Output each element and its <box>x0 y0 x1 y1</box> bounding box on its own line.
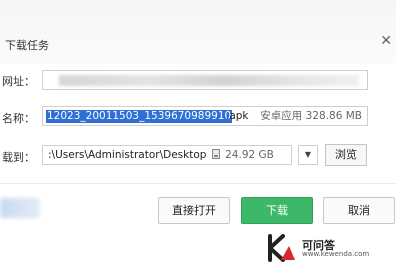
filename-input[interactable]: 12023_20011503_1539670989910 .apk 安卓应用 3… <box>42 106 368 126</box>
file-info: 安卓应用 328.86 MB <box>260 110 362 123</box>
watermark-url: www.kewenda.com <box>302 250 370 258</box>
blurred-checkbox-area <box>0 198 40 218</box>
dialog-titlebar: 下载任务 ✕ <box>0 0 396 64</box>
save-to-label: 载到： <box>2 151 35 164</box>
path-dropdown-button[interactable]: ▼ <box>298 145 318 165</box>
watermark-logo-icon <box>268 234 295 262</box>
cancel-button[interactable]: 取消 <box>323 197 395 224</box>
close-icon[interactable]: ✕ <box>380 34 392 48</box>
free-space: 24.92 GB <box>225 149 274 161</box>
watermark: 可问答 www.kewenda.com <box>243 232 396 264</box>
url-label: 网址： <box>2 75 35 88</box>
name-label: 名称： <box>2 112 35 125</box>
url-input[interactable] <box>42 70 368 90</box>
open-directly-button[interactable]: 直接打开 <box>158 197 230 224</box>
filename-selected-text: 12023_20011503_1539670989910 <box>46 110 233 123</box>
file-size: 328.86 MB <box>305 110 362 122</box>
disk-icon <box>211 149 220 159</box>
save-path-content: :\Users\Administrator\Desktop 24.92 GB <box>48 149 274 162</box>
save-path-input[interactable]: :\Users\Administrator\Desktop 24.92 GB <box>42 145 292 165</box>
divider <box>0 183 396 184</box>
browse-button[interactable]: 浏览 <box>325 144 367 166</box>
file-type: 安卓应用 <box>260 110 303 122</box>
save-path: :\Users\Administrator\Desktop <box>48 149 207 161</box>
dialog-title: 下载任务 <box>5 39 49 52</box>
download-button[interactable]: 下载 <box>241 197 313 224</box>
blurred-url-value <box>59 75 359 86</box>
filename-extension: .apk <box>226 110 249 122</box>
